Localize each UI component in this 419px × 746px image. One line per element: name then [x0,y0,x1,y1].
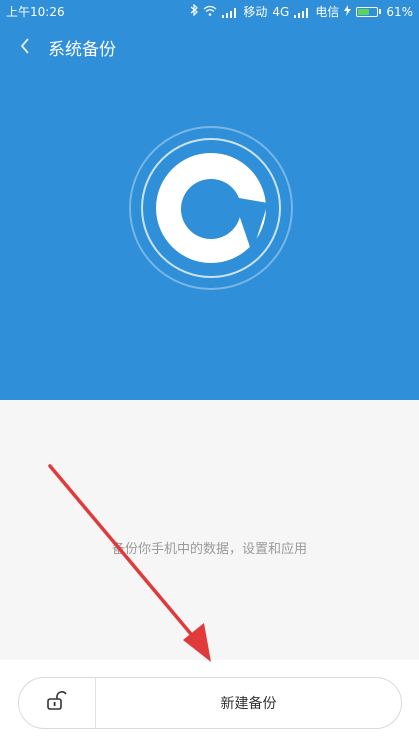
battery-icon [356,6,382,17]
carrier-2: 电信 [315,5,340,19]
bottom-action-area: 新建备份 [0,660,419,746]
wifi-icon [203,5,217,19]
new-backup-button[interactable]: 新建备份 [96,678,401,728]
signal-icon-1 [222,7,238,18]
charging-icon [344,4,352,19]
action-bar: 新建备份 [18,677,402,729]
hero-banner: 上午10:26 移动 4G 电信 61% 系统备份 [0,0,419,400]
page-title: 系统备份 [48,40,116,60]
battery-percent: 61% [386,4,413,19]
backup-description: 备份你手机中的数据，设置和应用 [111,542,307,557]
backup-logo-icon [129,126,293,290]
status-icons: 移动 4G 电信 61% [190,3,413,20]
signal-icon-2 [294,7,310,18]
lock-button[interactable] [19,678,96,728]
status-time: 上午10:26 [6,5,65,19]
chevron-left-icon[interactable] [14,34,38,58]
carrier-1: 移动 [243,5,268,19]
network-type: 4G [272,4,290,19]
top-bar: 系统备份 [0,28,419,64]
status-bar: 上午10:26 移动 4G 电信 61% [0,0,419,20]
bluetooth-icon [190,3,199,19]
unlock-icon [45,690,69,716]
